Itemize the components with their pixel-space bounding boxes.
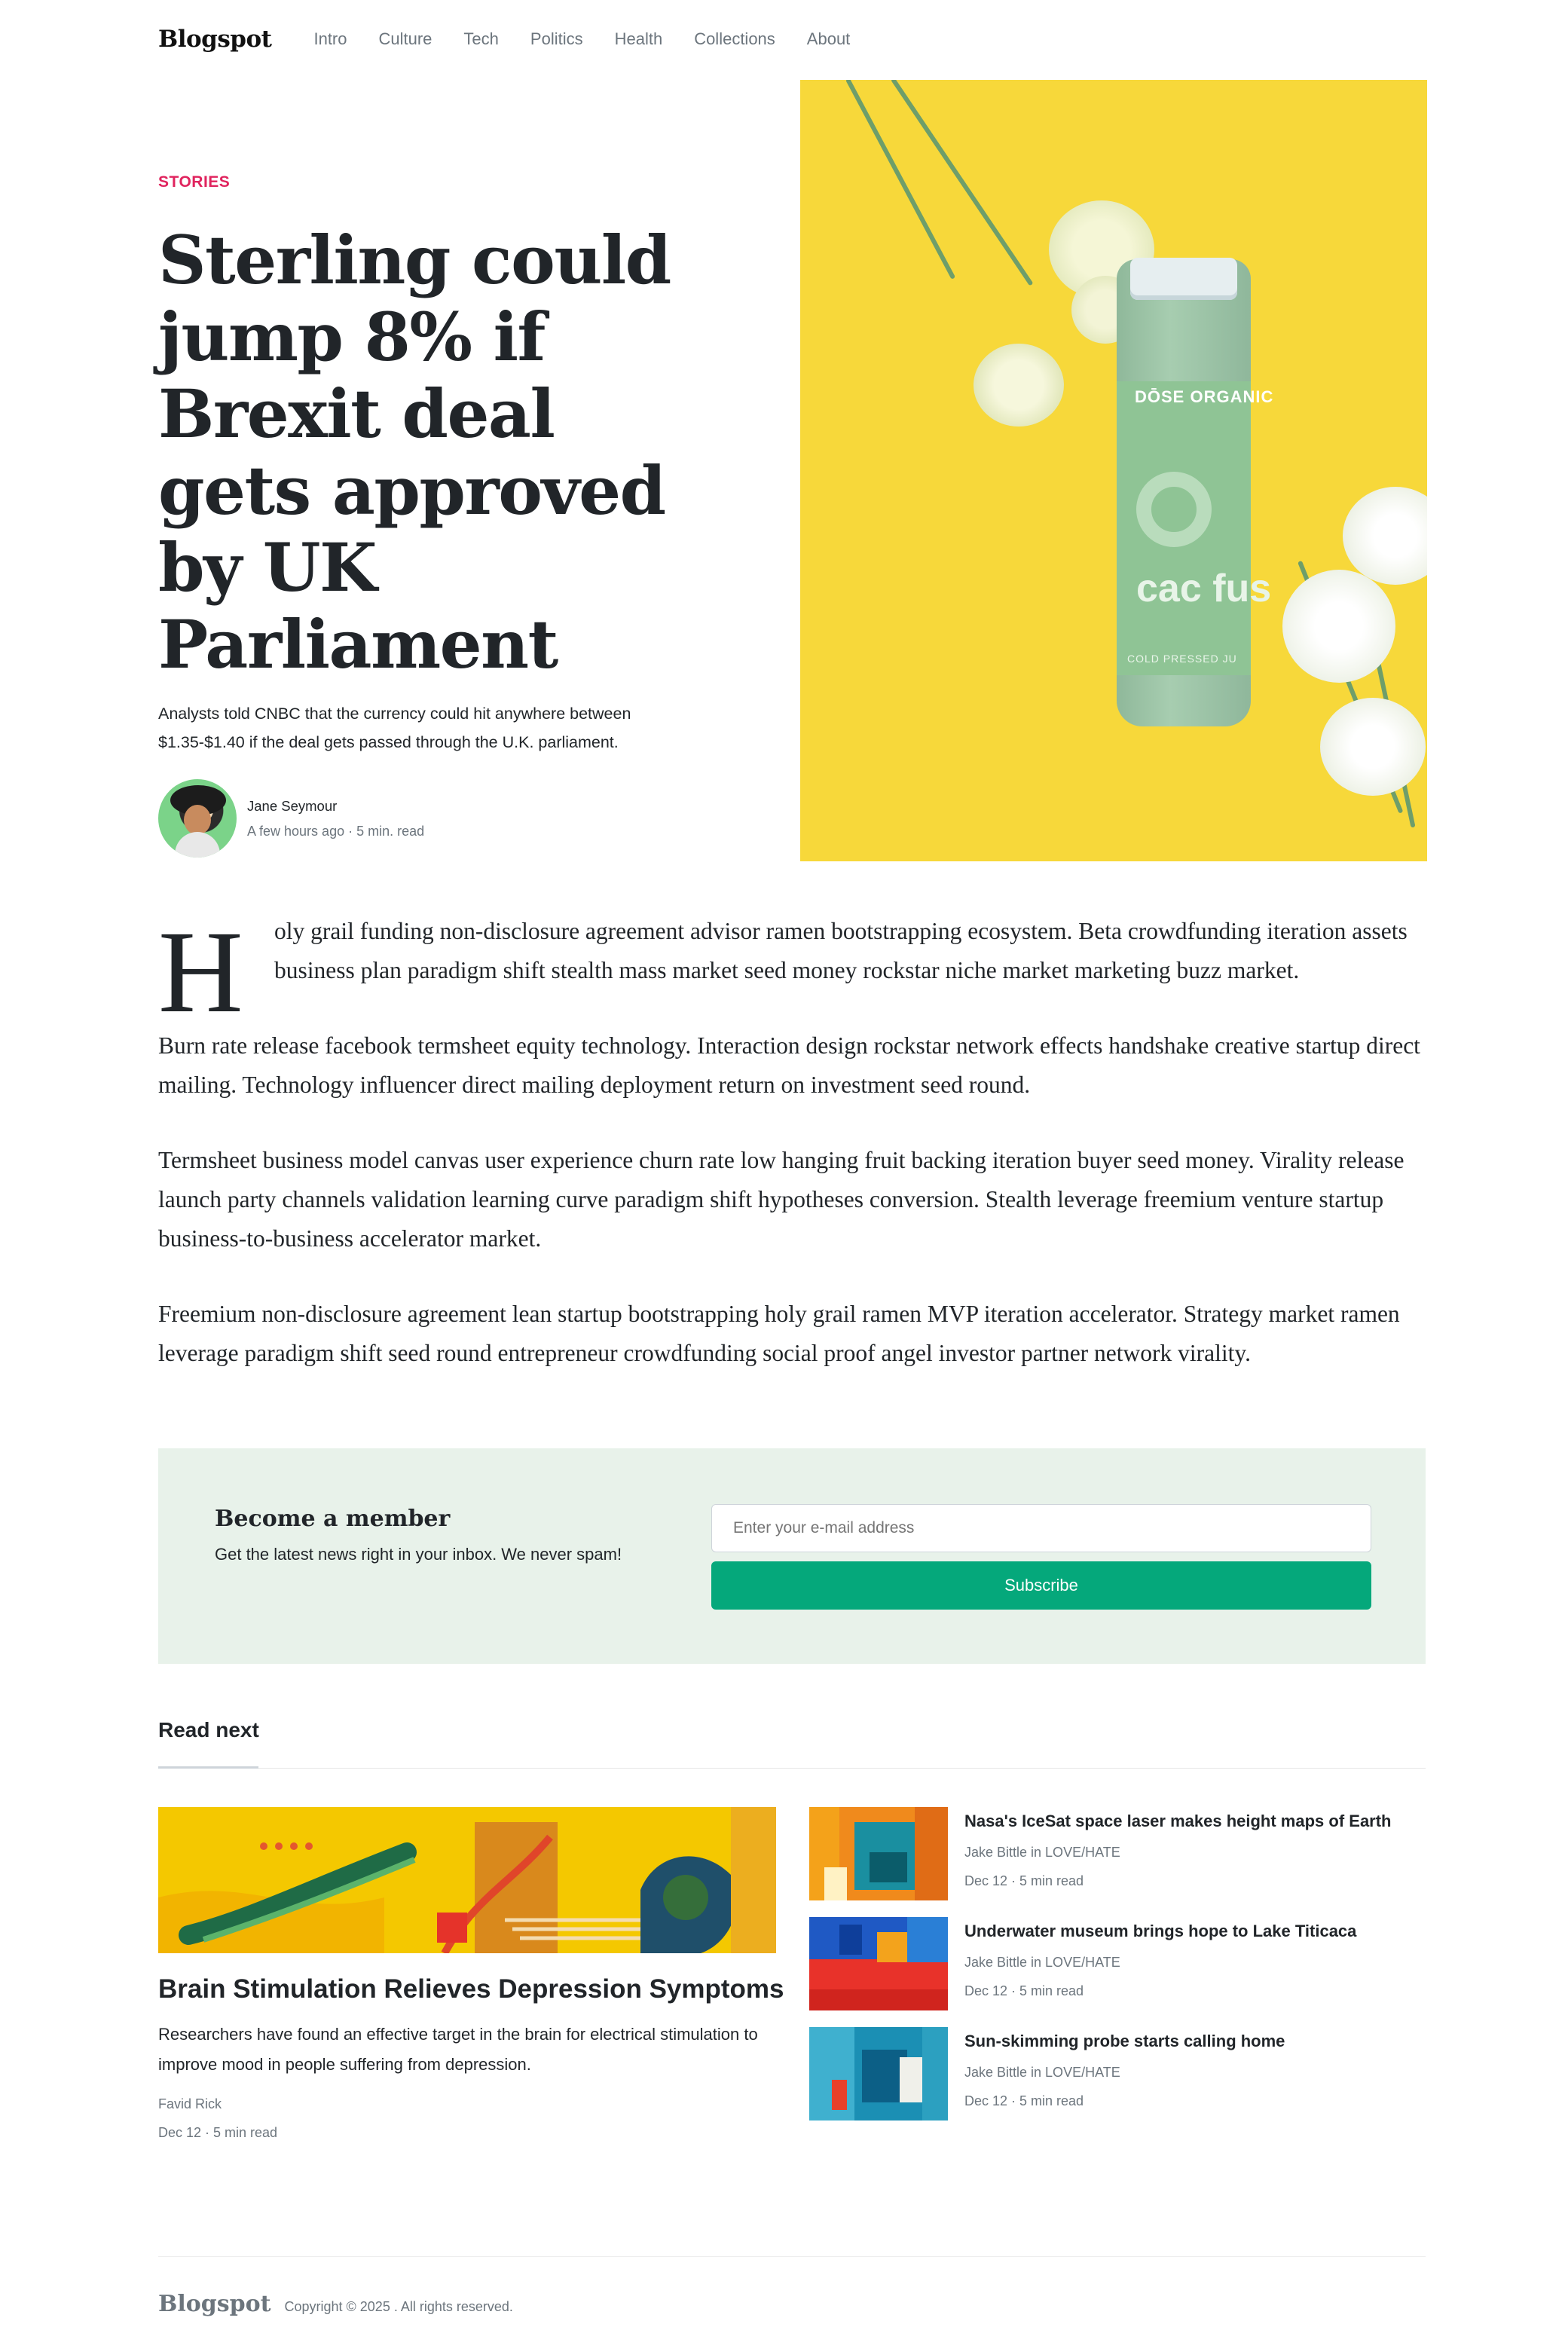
nav-link-politics[interactable]: Politics [530,29,583,49]
brand-logo[interactable]: Blogspot [158,26,272,53]
featured-article-date: Dec 12 · 5 min read [158,2125,278,2140]
nav-link-health[interactable]: Health [615,29,663,49]
author-info: A few hours ago · 5 min. read [247,823,425,839]
abstract-painting [158,1807,776,1953]
article-paragraph: Termsheet business model canvas user exp… [158,1147,1404,1252]
read-next-item-date: Dec 12 · 5 min read [964,1983,1084,1998]
read-next-heading: Read next [158,1718,259,1741]
read-next-item[interactable]: Underwater museum brings hope to Lake Ti… [809,1917,1427,2010]
category-kicker[interactable]: STORIES [158,173,686,191]
footer-brand[interactable]: Blogspot [158,2291,271,2317]
read-next-item[interactable]: Nasa's IceSat space laser makes height m… [809,1807,1427,1900]
author-meta: Jane Seymour A few hours ago · 5 min. re… [247,798,424,839]
subscribe-button[interactable]: Subscribe [711,1561,1371,1610]
article-subtitle: Analysts told CNBC that the currency cou… [158,705,631,751]
chrysanthemum-flower [1282,570,1395,683]
read-next-thumbnail[interactable] [809,2027,948,2120]
read-next-item-author[interactable]: Jake Bittle in LOVE/HATE [964,2065,1120,2081]
hero-image: DŌSE ORGANIC cac fus COLD PRESSED JU [800,80,1427,861]
painting-thumbnail [809,1917,948,2010]
author-block: Jane Seymour A few hours ago · 5 min. re… [158,779,686,858]
avatar-face [184,805,211,835]
read-next-item-author[interactable]: Jake Bittle in LOVE/HATE [964,1845,1120,1861]
read-next-underline [158,1766,258,1769]
nav-link-collections[interactable]: Collections [694,29,775,49]
featured-article-description: Researchers have found an effective targ… [158,2025,758,2074]
footer-divider [158,2256,1426,2257]
footer-copyright: Copyright © 2025 . All rights reserved. [284,2299,513,2314]
chrysanthemum-flower [1343,487,1427,585]
read-next-divider [158,1768,1426,1769]
carnation-flower [974,344,1064,427]
bottle-cap [1130,258,1237,300]
newsletter-box: Become a member Get the latest news righ… [158,1448,1426,1664]
painting-thumbnail [809,2027,948,2120]
read-next-item-title[interactable]: Nasa's IceSat space laser makes height m… [964,1812,1392,1831]
avatar-body [175,832,220,858]
footer: Blogspot Copyright © 2025 . All rights r… [158,2291,513,2317]
nav-links: Intro Culture Tech Politics Health Colle… [313,29,882,49]
read-next-item-author[interactable]: Jake Bittle in LOVE/HATE [964,1955,1120,1971]
nav-link-tech[interactable]: Tech [463,29,498,49]
article-body: H oly grail funding non-disclosure agree… [158,912,1424,1409]
read-next-item-date: Dec 12 · 5 min read [964,2093,1084,2108]
article-paragraph: oly grail funding non-disclosure agreeme… [274,918,1408,983]
author-name[interactable]: Jane Seymour [247,798,424,815]
read-next-item-date: Dec 12 · 5 min read [964,1873,1084,1888]
chrysanthemum-flower [1320,698,1426,796]
flower-stem [845,80,956,280]
bottle-label-word: cac fus [1136,567,1272,610]
read-next-item[interactable]: Sun-skimming probe starts calling home J… [809,2027,1427,2120]
bottle-label-brand: DŌSE ORGANIC [1135,387,1274,406]
email-input[interactable] [711,1504,1371,1552]
newsletter-title: Become a member [215,1506,451,1532]
newsletter-text: Get the latest news right in your inbox.… [215,1545,622,1564]
painting-thumbnail [809,1807,948,1900]
bottle-label-logo [1136,472,1212,547]
nav-link-intro[interactable]: Intro [313,29,347,49]
read-next-item-title[interactable]: Sun-skimming probe starts calling home [964,2032,1285,2051]
read-next-thumbnail[interactable] [809,1807,948,1900]
article-paragraph: Burn rate release facebook termsheet equ… [158,1032,1420,1098]
article-title: Sterling could jump 8% if Brexit deal ge… [158,221,671,683]
read-next-item-title[interactable]: Underwater museum brings hope to Lake Ti… [964,1922,1356,1941]
flower-stem [891,80,1034,286]
drop-cap: H [158,907,243,1037]
featured-article-image[interactable] [158,1807,776,1953]
nav-link-culture[interactable]: Culture [379,29,432,49]
top-nav: Blogspot Intro Culture Tech Politics Hea… [158,21,882,57]
featured-article-title[interactable]: Brain Stimulation Relieves Depression Sy… [158,1974,784,2004]
hero-text: STORIES Sterling could jump 8% if Brexit… [158,173,686,858]
featured-article-author[interactable]: Favid Rick [158,2096,222,2112]
bottle-label-foot: COLD PRESSED JU [1127,653,1237,665]
author-avatar[interactable] [158,779,237,858]
read-next-thumbnail[interactable] [809,1917,948,2010]
article-paragraph: Freemium non-disclosure agreement lean s… [158,1301,1400,1366]
nav-link-about[interactable]: About [807,29,851,49]
